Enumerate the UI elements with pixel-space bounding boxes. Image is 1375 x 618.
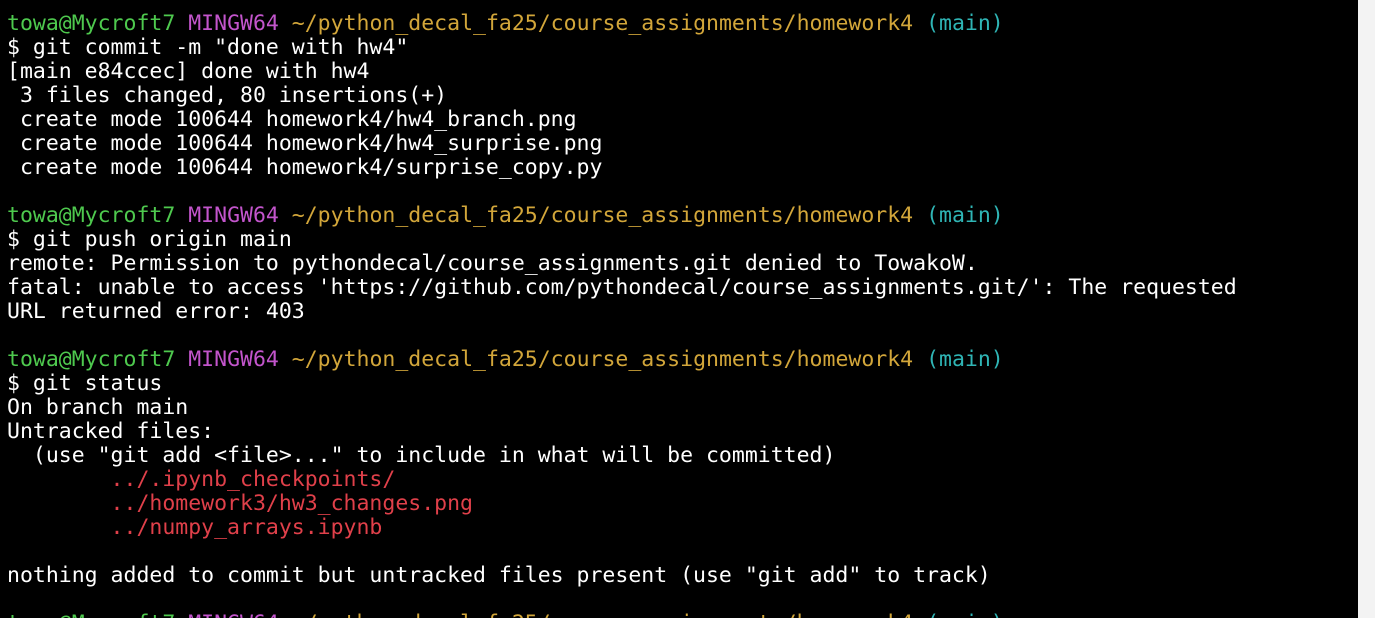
prompt-line-partial: towa@Mycroft7 MINGW64 ~/python_decal_fa2… [7,612,1237,618]
prompt-branch: (main) [926,203,1004,228]
output-line: (use "git add <file>..." to include in w… [7,443,836,468]
prompt-path: ~/python_decal_fa25/course_assignments/h… [292,611,913,618]
output-line: create mode 100644 homework4/surprise_co… [7,155,603,180]
prompt-user-host: towa@Mycroft7 [7,11,176,36]
command-line: $ git push origin main [7,227,292,252]
prompt-system: MINGW64 [188,611,279,618]
terminal-window[interactable]: towa@Mycroft7 MINGW64 ~/python_decal_fa2… [0,0,1358,618]
output-line: On branch main [7,395,189,420]
prompt-line: towa@Mycroft7 MINGW64 ~/python_decal_fa2… [7,204,1237,228]
error-line: fatal: unable to access 'https://github.… [7,275,1237,300]
output-line: [main e84ccec] done with hw4 [7,59,370,84]
prompt-path: ~/python_decal_fa25/course_assignments/h… [291,203,914,228]
prompt-system: MINGW64 [188,347,279,372]
command-line: $ git commit -m "done with hw4" [7,35,409,60]
prompt-system: MINGW64 [188,203,279,228]
prompt-line: towa@Mycroft7 MINGW64 ~/python_decal_fa2… [7,12,1237,36]
prompt-branch: (main) [926,347,1004,372]
prompt-user-host: towa@Mycroft7 [7,347,176,372]
error-line: remote: Permission to pythondecal/course… [7,251,978,276]
untracked-file-line: ../.ipynb_checkpoints/ [7,467,396,492]
output-line: nothing added to commit but untracked fi… [7,563,991,588]
prompt-user-host: towa@Mycroft7 [7,203,176,228]
output-line: create mode 100644 homework4/hw4_branch.… [7,107,577,132]
prompt-user-host: towa@Mycroft7 [7,611,175,618]
prompt-path: ~/python_decal_fa25/course_assignments/h… [291,11,914,36]
output-line: Untracked files: [7,419,215,444]
prompt-system: MINGW64 [188,11,279,36]
output-line: 3 files changed, 80 insertions(+) [7,83,448,108]
window-edge [1358,0,1375,618]
terminal-output: towa@Mycroft7 MINGW64 ~/python_decal_fa2… [7,12,1237,618]
output-line: create mode 100644 homework4/hw4_surpris… [7,131,603,156]
untracked-file-line: ../numpy_arrays.ipynb [7,515,383,540]
prompt-branch: (main) [926,11,1004,36]
untracked-file-line: ../homework3/hw3_changes.png [7,491,473,516]
prompt-path: ~/python_decal_fa25/course_assignments/h… [291,347,914,372]
prompt-branch: (main) [926,611,1004,618]
command-line: $ git status [7,371,163,396]
prompt-line: towa@Mycroft7 MINGW64 ~/python_decal_fa2… [7,348,1237,372]
error-line: URL returned error: 403 [7,299,305,324]
